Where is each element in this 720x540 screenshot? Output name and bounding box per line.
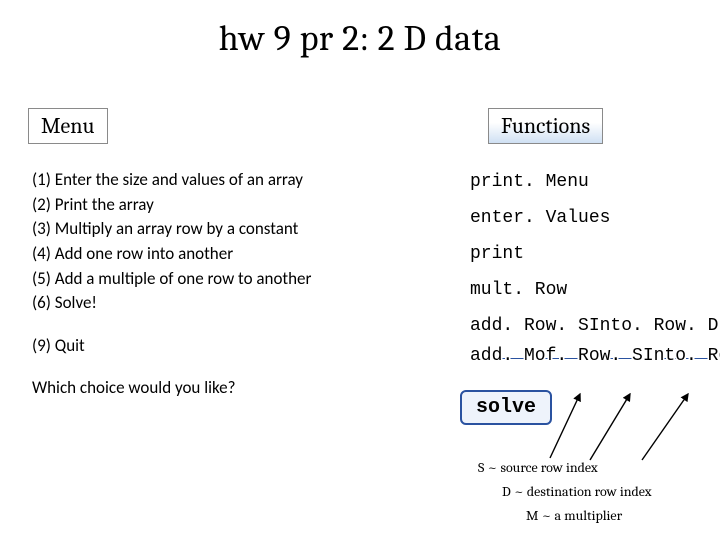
legend-d: D ~ destination row index bbox=[478, 480, 652, 504]
function-name: print. Menu bbox=[470, 164, 720, 200]
menu-body: (1) Enter the size and values of an arra… bbox=[32, 168, 412, 401]
menu-item: (6) Solve! bbox=[32, 291, 412, 316]
functions-heading: Functions bbox=[488, 108, 603, 144]
function-name: print bbox=[470, 236, 720, 272]
menu-heading: Menu bbox=[28, 108, 108, 144]
functions-list: print. Menu enter. Values print mult. Ro… bbox=[470, 164, 720, 380]
function-name: enter. Values bbox=[470, 200, 720, 236]
function-name: add. Mof. Row. SInto. Row. D bbox=[470, 338, 720, 374]
menu-item: (3) Multiply an array row by a constant bbox=[32, 217, 412, 242]
legend-s: S ~ source row index bbox=[478, 456, 652, 480]
function-name: mult. Row bbox=[470, 272, 720, 308]
solve-button: solve bbox=[460, 390, 552, 425]
menu-item: (4) Add one row into another bbox=[32, 242, 412, 267]
page-title: hw 9 pr 2: 2 D data bbox=[0, 18, 720, 59]
legend-m: M ~ a multiplier bbox=[478, 504, 652, 528]
menu-quit: (9) Quit bbox=[32, 334, 412, 359]
menu-item: (5) Add a multiple of one row to another bbox=[32, 267, 412, 292]
menu-item: (2) Print the array bbox=[32, 193, 412, 218]
legend: S ~ source row index D ~ destination row… bbox=[478, 456, 652, 527]
menu-prompt: Which choice would you like? bbox=[32, 376, 412, 401]
menu-item: (1) Enter the size and values of an arra… bbox=[32, 168, 412, 193]
